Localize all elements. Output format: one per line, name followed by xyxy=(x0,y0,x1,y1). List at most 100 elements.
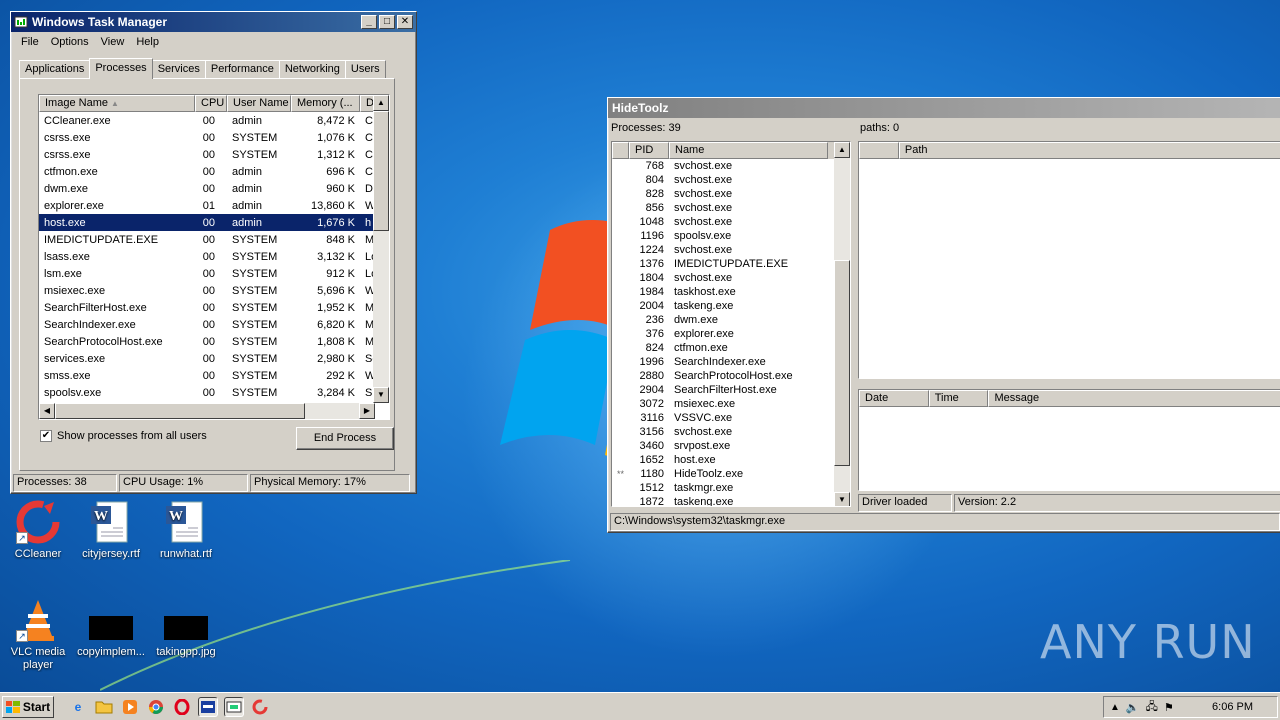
task-manager-icon[interactable] xyxy=(198,696,218,717)
table-row[interactable]: spoolsv.exe00SYSTEM3,284 KSp xyxy=(39,384,389,401)
list-item[interactable]: 3072 msiexec.exe xyxy=(612,397,850,411)
desktop-icon-runwhat[interactable]: W runwhat.rtf xyxy=(148,498,224,560)
chrome-icon[interactable] xyxy=(146,697,166,717)
table-row[interactable]: SearchProtocolHost.exe 00 SYSTEM 1,808 KM xyxy=(39,333,389,350)
hscroll-thumb[interactable] xyxy=(55,403,305,419)
minimize-button[interactable]: _ xyxy=(361,15,377,29)
table-row[interactable]: lsass.exe00SYSTEM3,132 KLo xyxy=(39,248,389,265)
media-player-icon[interactable] xyxy=(120,697,140,717)
list-item[interactable]: ** 1180 HideToolz.exe xyxy=(612,467,850,481)
scroll-up-button[interactable]: ▲ xyxy=(834,142,850,158)
list-item[interactable]: 236 dwm.exe xyxy=(612,313,850,327)
table-row[interactable]: CCleaner.exe 00 admin 8,472 KC xyxy=(39,112,389,129)
list-item[interactable]: 3460 srvpost.exe xyxy=(612,439,850,453)
ccleaner-icon[interactable] xyxy=(250,697,270,717)
list-item[interactable]: 768 svchost.exe xyxy=(612,159,850,173)
vertical-scrollbar[interactable]: ▲ ▼ xyxy=(834,142,850,506)
list-item[interactable]: 1872 taskeng.exe xyxy=(612,495,850,506)
tab-applications[interactable]: Applications xyxy=(19,60,91,78)
list-item[interactable]: 3116 VSSVC.exe xyxy=(612,411,850,425)
scroll-up-button[interactable]: ▲ xyxy=(373,95,389,111)
clock[interactable]: 6:06 PM xyxy=(1212,701,1253,713)
action-center-flag-icon[interactable]: ⚑ xyxy=(1164,701,1174,714)
list-item[interactable]: 824 ctfmon.exe xyxy=(612,341,850,355)
menu-file[interactable]: File xyxy=(15,36,45,48)
folder-icon[interactable] xyxy=(94,697,114,717)
ie-icon[interactable]: e xyxy=(68,697,88,717)
list-item[interactable]: 3156 svchost.exe xyxy=(612,425,850,439)
scroll-down-button[interactable]: ▼ xyxy=(373,387,389,403)
column-time[interactable]: Time xyxy=(928,390,989,407)
close-button[interactable]: ✕ xyxy=(397,15,413,29)
list-item[interactable]: 1048 svchost.exe xyxy=(612,215,850,229)
list-item[interactable]: 828 svchost.exe xyxy=(612,187,850,201)
desktop-icon-cityjersey[interactable]: W cityjersey.rtf xyxy=(73,498,149,560)
column-name[interactable]: Name xyxy=(669,142,828,159)
list-item[interactable]: 1224 svchost.exe xyxy=(612,243,850,257)
scroll-down-button[interactable]: ▼ xyxy=(834,492,850,506)
tab-services[interactable]: Services xyxy=(151,60,206,78)
column-path[interactable]: Path xyxy=(898,142,1280,159)
list-item[interactable]: 2904 SearchFilterHost.exe xyxy=(612,383,850,397)
tab-networking[interactable]: Networking xyxy=(278,60,346,78)
list-item[interactable]: 1804 svchost.exe xyxy=(612,271,850,285)
table-row[interactable]: ctfmon.exe 00 admin 696 KC xyxy=(39,163,389,180)
table-row[interactable]: csrss.exe 00 SYSTEM 1,312 KC xyxy=(39,146,389,163)
list-item[interactable]: 1196 spoolsv.exe xyxy=(612,229,850,243)
horizontal-scrollbar[interactable]: ◀ ▶ xyxy=(39,403,375,419)
column-blank[interactable] xyxy=(859,142,899,159)
table-row[interactable]: dwm.exe 00 admin 960 KD xyxy=(39,180,389,197)
list-item[interactable]: 2004 taskeng.exe xyxy=(612,299,850,313)
table-row[interactable]: host.exe 00 admin 1,676 Kh xyxy=(39,214,389,231)
network-icon[interactable]: 🖧 xyxy=(1146,698,1158,717)
column-mark[interactable] xyxy=(612,142,629,159)
table-row[interactable]: smss.exe 00 SYSTEM 292 KW xyxy=(39,367,389,384)
end-process-button[interactable]: End Process xyxy=(296,427,394,450)
table-row[interactable]: explorer.exe 01 admin 13,860 KW xyxy=(39,197,389,214)
menu-options[interactable]: Options xyxy=(45,36,95,48)
list-item[interactable]: 1984 taskhost.exe xyxy=(612,285,850,299)
list-item[interactable]: 2880 SearchProtocolHost.exe xyxy=(612,369,850,383)
table-row[interactable]: IMEDICTUPDATE.EXE 00 SYSTEM 848 KM xyxy=(39,231,389,248)
list-item[interactable]: 1996 SearchIndexer.exe xyxy=(612,355,850,369)
desktop-icon-takingpp[interactable]: takingpp.jpg xyxy=(148,596,224,658)
desktop-icon-vlc[interactable]: ↗ VLC media player xyxy=(0,596,76,672)
scroll-thumb[interactable] xyxy=(373,111,389,231)
table-row[interactable]: SearchFilterHost.exe 00 SYSTEM 1,952 KM xyxy=(39,299,389,316)
list-item[interactable]: 1652 host.exe xyxy=(612,453,850,467)
opera-icon[interactable] xyxy=(172,697,192,717)
table-row[interactable]: SearchIndexer.exe 00 SYSTEM 6,820 KM xyxy=(39,316,389,333)
vertical-scrollbar[interactable]: ▲ ▼ xyxy=(373,95,389,403)
hidetoolz-icon[interactable] xyxy=(224,696,244,717)
start-button[interactable]: Start xyxy=(2,695,54,718)
menu-view[interactable]: View xyxy=(95,36,131,48)
list-item[interactable]: 804 svchost.exe xyxy=(612,173,850,187)
maximize-button[interactable]: □ xyxy=(379,15,395,29)
tab-processes[interactable]: Processes xyxy=(89,58,153,79)
list-item[interactable]: 1376 IMEDICTUPDATE.EXE xyxy=(612,257,850,271)
table-row[interactable]: lsm.exe00SYSTEM912 KLo xyxy=(39,265,389,282)
column-pid[interactable]: PID xyxy=(629,142,669,159)
scroll-thumb[interactable] xyxy=(834,260,850,466)
table-row[interactable]: csrss.exe 00 SYSTEM 1,076 KC xyxy=(39,129,389,146)
menu-help[interactable]: Help xyxy=(130,36,165,48)
list-item[interactable]: 856 svchost.exe xyxy=(612,201,850,215)
volume-icon[interactable]: 🔈 xyxy=(1126,701,1140,714)
column-memory[interactable]: Memory (... xyxy=(291,95,360,112)
tab-performance[interactable]: Performance xyxy=(204,60,280,78)
list-item[interactable]: 376 explorer.exe xyxy=(612,327,850,341)
scroll-right-button[interactable]: ▶ xyxy=(359,403,375,419)
scroll-left-button[interactable]: ◀ xyxy=(39,403,55,419)
column-message[interactable]: Message xyxy=(988,390,1280,407)
desktop-icon-copyimplem[interactable]: copyimplem... xyxy=(73,596,149,658)
desktop-icon-ccleaner[interactable]: ↗ CCleaner xyxy=(0,498,76,560)
column-cpu[interactable]: CPU xyxy=(195,95,227,112)
tab-users[interactable]: Users xyxy=(344,60,386,78)
show-all-users-checkbox[interactable]: ✔ xyxy=(40,430,52,442)
column-image-name[interactable]: Image Name ▲ xyxy=(39,95,195,112)
hidetoolz-titlebar[interactable]: HideToolz xyxy=(608,98,1280,118)
column-user-name[interactable]: User Name xyxy=(227,95,291,112)
task-manager-titlebar[interactable]: Windows Task Manager _ □ ✕ xyxy=(11,12,416,32)
column-date[interactable]: Date xyxy=(859,390,929,407)
table-row[interactable]: services.exe00SYSTEM2,980 KSe xyxy=(39,350,389,367)
